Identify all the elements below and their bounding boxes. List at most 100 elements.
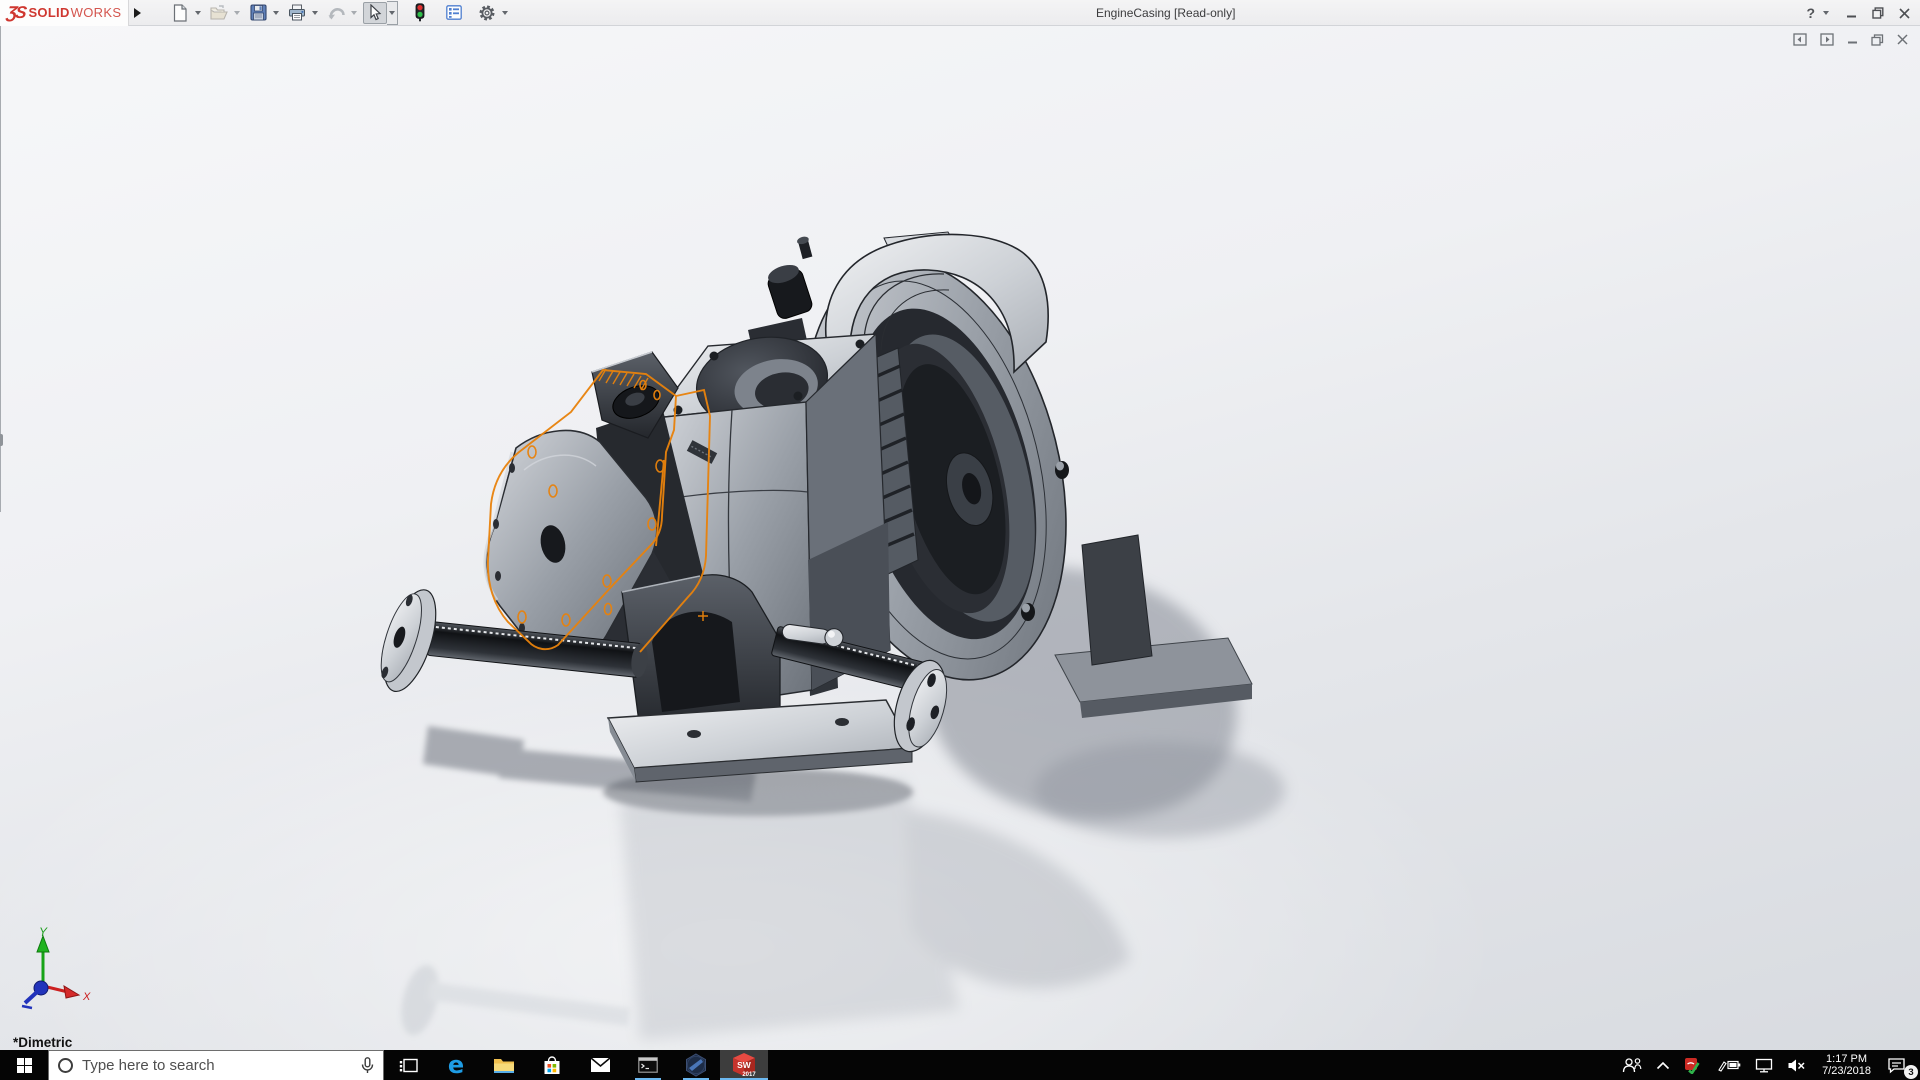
microsoft-store-icon xyxy=(544,1055,560,1074)
flyout-arrow-icon xyxy=(134,7,141,18)
start-button[interactable] xyxy=(0,1050,48,1080)
task-view-button[interactable] xyxy=(384,1050,432,1080)
taskbar-mail-button[interactable] xyxy=(576,1050,624,1080)
display-settings-button[interactable] xyxy=(442,2,466,24)
cortana-icon xyxy=(58,1058,73,1073)
document-window-controls xyxy=(1793,33,1908,46)
notification-badge: 3 xyxy=(1904,1065,1918,1079)
minimize-button[interactable] xyxy=(1846,8,1857,19)
search-input[interactable] xyxy=(82,1057,352,1074)
select-dropdown[interactable] xyxy=(387,0,398,25)
windows-logo-icon xyxy=(16,1057,32,1073)
mail-icon xyxy=(589,1057,611,1072)
solidworks-2017-icon: SW 2017 xyxy=(731,1052,757,1078)
undo-dropdown[interactable] xyxy=(348,2,359,24)
restore-icon xyxy=(1872,7,1884,19)
sw-check-icon xyxy=(1685,1057,1700,1074)
collapse-left-pane-icon xyxy=(1793,33,1807,46)
print-button[interactable] xyxy=(285,2,309,24)
network-button[interactable] xyxy=(1751,1050,1777,1080)
taskbar-search-box[interactable] xyxy=(48,1050,384,1080)
command-prompt-icon xyxy=(638,1057,658,1073)
reference-triad[interactable]: Y X xyxy=(12,924,98,1016)
microphone-icon[interactable] xyxy=(361,1057,374,1074)
doc-minimize-button[interactable] xyxy=(1847,34,1858,45)
collapse-left-pane-button[interactable] xyxy=(1793,33,1807,46)
new-document-button[interactable] xyxy=(168,2,192,24)
doc-minimize-icon xyxy=(1848,41,1857,44)
print-dropdown[interactable] xyxy=(309,2,320,24)
save-button[interactable] xyxy=(246,2,270,24)
quick-access-toolbar xyxy=(168,0,514,25)
close-button[interactable] xyxy=(1899,7,1910,19)
select-tool-button[interactable] xyxy=(363,1,387,24)
taskbar-file-explorer-button[interactable] xyxy=(480,1050,528,1080)
battery-icon xyxy=(1718,1060,1741,1072)
rebuild-button[interactable] xyxy=(408,2,432,24)
minimize-icon xyxy=(1847,15,1856,17)
people-button[interactable] xyxy=(1618,1050,1646,1080)
svg-text:SW: SW xyxy=(737,1060,752,1070)
pen-battery-button[interactable] xyxy=(1713,1050,1745,1080)
help-button[interactable]: ? xyxy=(1806,5,1815,21)
undo-arrow-icon xyxy=(328,8,345,20)
solidworks-window: ƷS SOLID WORKS EngineCasing [Read-only] … xyxy=(0,0,1920,1080)
title-bar: ƷS SOLID WORKS EngineCasing [Read-only] … xyxy=(0,0,1920,26)
save-dropdown[interactable] xyxy=(270,2,281,24)
solidworks-logo: ƷS SOLID WORKS xyxy=(0,0,128,26)
clock-date: 7/23/2018 xyxy=(1822,1065,1871,1077)
close-icon xyxy=(1899,7,1910,19)
show-hidden-icons-button[interactable] xyxy=(1652,1050,1674,1080)
restore-button[interactable] xyxy=(1872,7,1884,19)
taskbar-store-button[interactable] xyxy=(528,1050,576,1080)
options-button[interactable] xyxy=(475,2,499,24)
select-cursor-icon xyxy=(370,4,382,21)
system-tray: 1:17 PM 7/23/2018 3 xyxy=(1618,1050,1920,1080)
list-settings-icon xyxy=(446,5,462,20)
doc-restore-button[interactable] xyxy=(1871,33,1884,46)
window-controls: ? xyxy=(1806,0,1910,26)
gear-icon xyxy=(479,5,495,20)
open-folder-icon xyxy=(209,4,228,20)
windows-taskbar: e xyxy=(0,1050,1920,1080)
save-floppy-icon xyxy=(249,4,267,21)
triad-x-label: X xyxy=(82,991,91,1003)
doc-close-icon xyxy=(1897,34,1908,45)
taskbar-clock[interactable]: 1:17 PM 7/23/2018 xyxy=(1816,1053,1877,1078)
open-button[interactable] xyxy=(207,2,231,24)
open-dropdown[interactable] xyxy=(231,2,242,24)
network-icon xyxy=(1755,1058,1773,1072)
rebuild-traffic-light-icon xyxy=(415,3,425,22)
volume-muted-icon xyxy=(1788,1059,1805,1071)
taskbar-edge-button[interactable]: e xyxy=(432,1050,480,1080)
file-explorer-icon xyxy=(494,1058,514,1073)
engine-casing-model xyxy=(380,231,1285,1040)
new-document-icon xyxy=(173,3,187,22)
taskbar-solidworks-button[interactable]: SW 2017 xyxy=(720,1050,768,1080)
collapse-right-pane-button[interactable] xyxy=(1820,33,1834,46)
undo-button[interactable] xyxy=(324,2,348,24)
chevron-up-icon xyxy=(1656,1061,1670,1069)
graphics-area[interactable]: Y X *Dimetric xyxy=(0,26,1920,1050)
task-view-icon xyxy=(399,1058,418,1072)
action-center-button[interactable]: 3 xyxy=(1883,1050,1918,1080)
people-icon xyxy=(1622,1058,1642,1073)
edrawings-hexagon-icon xyxy=(686,1053,706,1077)
edge-icon: e xyxy=(447,1051,465,1079)
new-document-dropdown[interactable] xyxy=(192,2,203,24)
options-dropdown[interactable] xyxy=(499,2,510,24)
collapse-right-pane-icon xyxy=(1820,33,1834,46)
doc-close-button[interactable] xyxy=(1897,34,1908,45)
view-orientation-label: *Dimetric xyxy=(13,1035,73,1050)
clock-time: 1:17 PM xyxy=(1826,1052,1868,1065)
taskbar-edrawings-button[interactable] xyxy=(672,1050,720,1080)
volume-button[interactable] xyxy=(1783,1050,1810,1080)
doc-restore-icon xyxy=(1871,33,1884,46)
fuel-cap-knob xyxy=(767,264,813,319)
menu-flyout-button[interactable] xyxy=(128,0,146,26)
document-title: EngineCasing [Read-only] xyxy=(1096,6,1236,20)
help-dropdown[interactable] xyxy=(1820,2,1831,24)
taskbar-cmd-button[interactable] xyxy=(624,1050,672,1080)
dassault-3ds-mark: ƷS xyxy=(5,2,26,22)
solidworks-rx-tray-button[interactable] xyxy=(1680,1050,1707,1080)
